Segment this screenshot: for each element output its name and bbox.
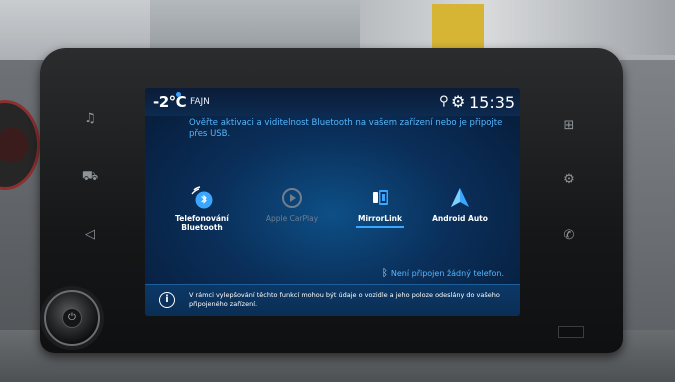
clock: 15:35 [469,93,516,112]
option-label: Telefonování Bluetooth [175,214,229,232]
status-bar: -2°C FAJN ⚲ ⚙ 15:35 [145,88,520,116]
temperature-indicator-dot [176,92,181,97]
option-mirrorlink[interactable]: MirrorLink [345,186,415,228]
info-icon: i [159,292,175,308]
option-label: MirrorLink [358,214,402,223]
option-label: Apple CarPlay [265,214,319,223]
background-window [360,0,675,55]
car-key-icon[interactable]: ⛟ [81,170,99,183]
music-key-icon[interactable]: ♫ [81,112,99,125]
navigation-key-icon[interactable]: ◁ [81,228,99,241]
carplay-icon [280,186,304,210]
active-indicator [356,226,404,228]
touchscreen: -2°C FAJN ⚲ ⚙ 15:35 Ověřte aktivaci a vi… [145,88,520,316]
settings-key-icon[interactable]: ⚙ [560,172,578,187]
info-banner: i V rámci vylepšování těchto funkcí moho… [145,284,520,316]
gear-icon[interactable]: ⚙ [451,92,465,111]
android-auto-icon [448,186,472,210]
option-apple-carplay[interactable]: Apple CarPlay [257,186,327,223]
power-icon: ⏻ [62,308,82,328]
weather-label: FAJN [190,97,210,107]
info-text: V rámci vylepšování těchto funkcí mohou … [189,291,500,308]
volume-knob[interactable]: ⏻ [44,290,100,346]
background-dashboard-right [620,60,675,340]
option-label: Android Auto [432,214,488,223]
background-building [432,4,484,52]
location-icon[interactable]: ⚲ [439,94,449,109]
bluetooth-icon: ᛒ [381,268,388,279]
usb-slot [558,326,584,338]
option-android-auto[interactable]: Android Auto [425,186,495,223]
outside-temperature: -2°C [153,93,187,111]
photo-scene: ♫ ⛟ ◁ ⊞ ⚙ ✆ ⏻ -2°C FAJN ⚲ ⚙ 15:35 Ověřte… [0,0,675,382]
apps-key-icon[interactable]: ⊞ [560,118,578,133]
mirrorlink-icon [368,186,392,210]
connection-message: Ověřte aktivaci a viditelnost Bluetooth … [189,118,503,139]
option-bluetooth-telephony[interactable]: Telefonování Bluetooth [167,186,237,232]
phone-key-icon[interactable]: ✆ [560,228,578,243]
bluetooth-status-text: Není připojen žádný telefon. [390,269,504,278]
background-trees [150,0,360,50]
bluetooth-status: ᛒ Není připojen žádný telefon. [382,268,504,279]
bluetooth-phone-icon [190,186,214,210]
